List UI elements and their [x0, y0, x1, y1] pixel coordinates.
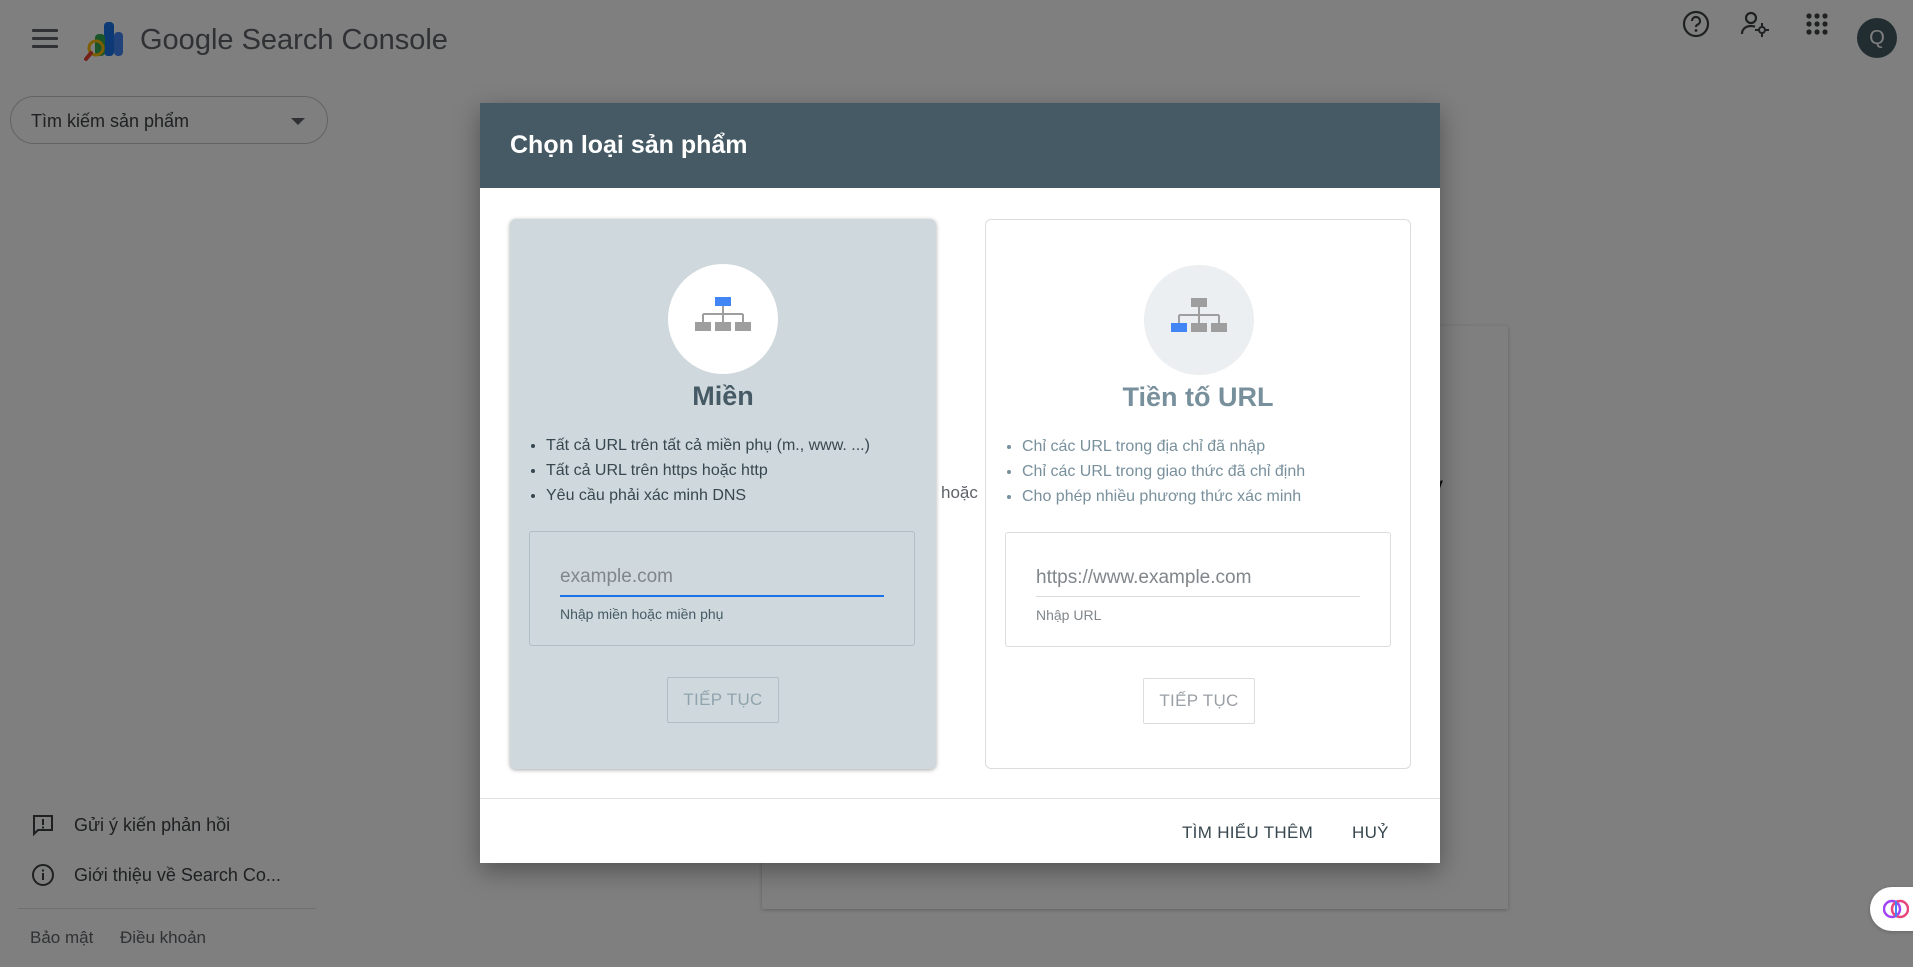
- url-prefix-field-container: Nhập URL: [1005, 532, 1391, 647]
- assistant-brain-button[interactable]: [1870, 887, 1913, 931]
- cancel-button[interactable]: HUỶ: [1346, 815, 1395, 851]
- property-type-dialog: Chọn loại sản phẩm Miền Tất cả URL trên …: [480, 103, 1440, 863]
- dialog-title: Chọn loại sản phẩm: [510, 131, 748, 159]
- domain-feature-list: Tất cả URL trên tất cả miền phụ (m., www…: [528, 433, 870, 508]
- domain-continue-button[interactable]: TIẾP TỤC: [667, 677, 779, 723]
- learn-more-button[interactable]: TÌM HIỂU THÊM: [1176, 815, 1319, 851]
- url-prefix-continue-button[interactable]: TIẾP TỤC: [1143, 678, 1255, 724]
- url-prefix-input[interactable]: [1036, 563, 1360, 593]
- list-item: Chỉ các URL trong giao thức đã chỉ định: [1022, 459, 1305, 484]
- list-item: Chỉ các URL trong địa chỉ đã nhập: [1022, 434, 1305, 459]
- dialog-header: Chọn loại sản phẩm: [480, 103, 1440, 188]
- domain-field-container: Nhập miền hoặc miền phụ: [529, 531, 915, 646]
- domain-title: Miền: [692, 381, 754, 411]
- url-prefix-input-helper: Nhập URL: [1036, 607, 1102, 623]
- list-item: Tất cả URL trên tất cả miền phụ (m., www…: [546, 433, 870, 458]
- domain-input-underline: [560, 595, 884, 597]
- list-item: Tất cả URL trên https hoặc http: [546, 458, 870, 483]
- url-prefix-sitemap-icon: [1144, 265, 1254, 375]
- list-item: Cho phép nhiều phương thức xác minh: [1022, 484, 1305, 509]
- url-prefix-option-card[interactable]: Tiền tố URL Chỉ các URL trong địa chỉ đã…: [985, 219, 1411, 769]
- brain-icon: [1883, 899, 1909, 919]
- domain-option-card[interactable]: Miền Tất cả URL trên tất cả miền phụ (m.…: [510, 219, 936, 769]
- url-prefix-title: Tiền tố URL: [1122, 382, 1274, 412]
- domain-input-helper: Nhập miền hoặc miền phụ: [560, 606, 724, 622]
- domain-sitemap-icon: [668, 264, 778, 374]
- dialog-footer-divider: [480, 798, 1440, 799]
- url-prefix-input-underline: [1036, 596, 1360, 597]
- or-separator: hoặc: [941, 483, 978, 502]
- url-prefix-feature-list: Chỉ các URL trong địa chỉ đã nhập Chỉ cá…: [1004, 434, 1305, 509]
- domain-input[interactable]: [560, 562, 884, 592]
- list-item: Yêu cầu phải xác minh DNS: [546, 483, 870, 508]
